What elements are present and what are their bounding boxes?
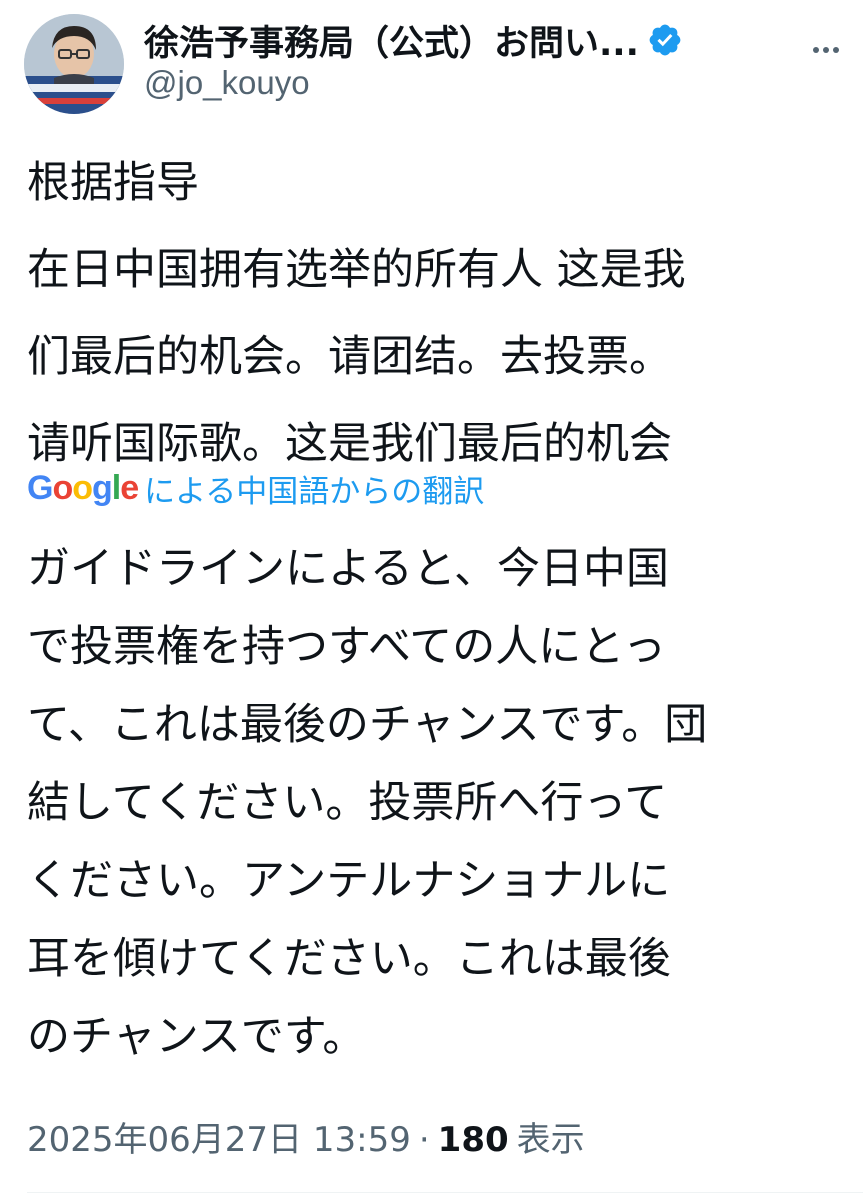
tweet-header: 徐浩予事務局（公式）お問い... @jo_kouyo bbox=[0, 0, 863, 120]
tweet-meta: 2025年06月27日 13:59 · 180 表示 bbox=[27, 1112, 585, 1161]
views-count: 180 bbox=[437, 1120, 509, 1160]
translated-text: ガイドラインによると、今日中国 で投票権を持つすべての人にとっ て、これは最後の… bbox=[27, 544, 708, 1062]
meta-separator: · bbox=[418, 1120, 430, 1160]
tweet-text: 根据指导 在日中国拥有选举的所有人 这是我 们最后的机会。请团结。去投票。 请听… bbox=[27, 158, 686, 469]
google-logo: Google bbox=[27, 468, 139, 507]
display-name[interactable]: 徐浩予事務局（公式）お問い... bbox=[144, 15, 639, 66]
verified-badge-icon bbox=[649, 24, 681, 56]
author-name-row[interactable]: 徐浩予事務局（公式）お問い... bbox=[144, 10, 683, 70]
translation-note[interactable]: による中国語からの翻訳 bbox=[144, 466, 484, 511]
translation-label[interactable]: Google による中国語からの翻訳 bbox=[27, 463, 484, 513]
timestamp[interactable]: 2025年06月27日 13:59 bbox=[27, 1112, 411, 1161]
more-options-icon[interactable] bbox=[806, 30, 846, 70]
views-label: 表示 bbox=[516, 1120, 585, 1160]
avatar[interactable] bbox=[24, 14, 124, 114]
avatar-image bbox=[24, 14, 124, 114]
author-handle[interactable]: @jo_kouyo bbox=[144, 64, 310, 102]
divider bbox=[27, 1192, 863, 1193]
